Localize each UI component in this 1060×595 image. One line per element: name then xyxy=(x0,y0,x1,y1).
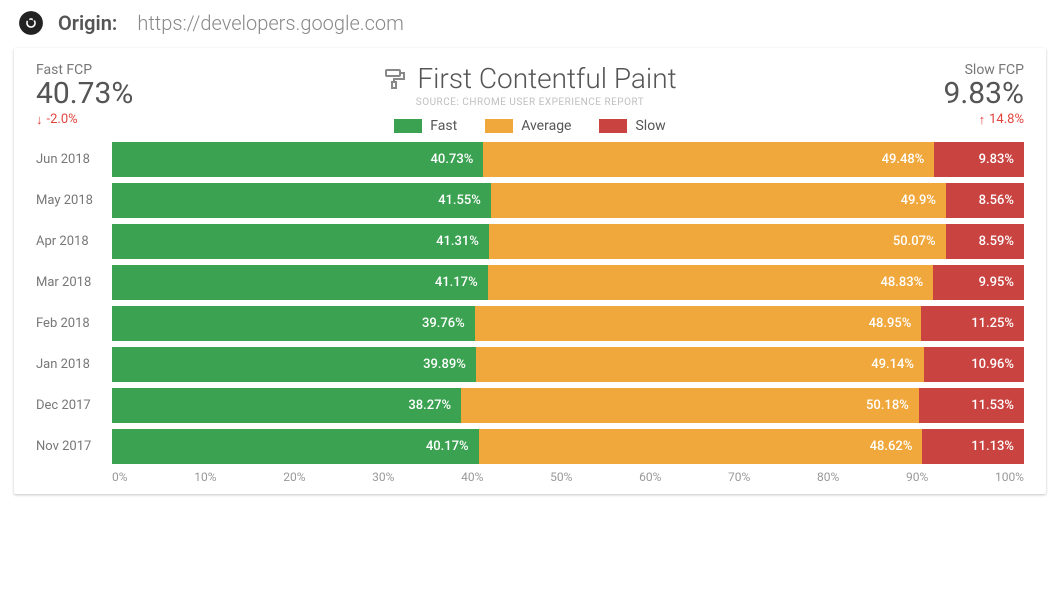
chart-row: Jan 201839.89%49.14%10.96% xyxy=(36,347,1024,382)
kpi-slow: Slow FCP 9.83% ↑ 14.8% xyxy=(804,62,1024,128)
segment-fast: 40.17% xyxy=(112,429,479,464)
axis-tick: 30% xyxy=(372,470,394,484)
stacked-bar: 41.55%49.9%8.56% xyxy=(112,183,1024,218)
row-label: Dec 2017 xyxy=(36,388,112,423)
stacked-bar: 38.27%50.18%11.53% xyxy=(112,388,1024,423)
legend-average: Average xyxy=(485,118,571,134)
stacked-bar: 39.76%48.95%11.25% xyxy=(112,306,1024,341)
legend: Fast Average Slow xyxy=(268,118,792,134)
legend-slow: Slow xyxy=(599,118,665,134)
row-label: Nov 2017 xyxy=(36,429,112,464)
card-header: Fast FCP 40.73% ↓ -2.0% First Contentful… xyxy=(36,62,1024,134)
segment-average: 50.18% xyxy=(461,388,919,423)
axis-tick: 10% xyxy=(194,470,216,484)
segment-average: 48.62% xyxy=(479,429,923,464)
axis-tick: 50% xyxy=(550,470,572,484)
kpi-fast-delta: ↓ -2.0% xyxy=(36,112,256,128)
row-label: Apr 2018 xyxy=(36,224,112,259)
segment-slow: 11.13% xyxy=(922,429,1024,464)
segment-slow: 10.96% xyxy=(924,347,1024,382)
segment-slow: 8.59% xyxy=(946,224,1024,259)
origin-url: https://developers.google.com xyxy=(137,11,403,35)
fcp-card: Fast FCP 40.73% ↓ -2.0% First Contentful… xyxy=(14,48,1046,494)
arrow-down-icon: ↓ xyxy=(36,112,43,128)
axis-tick: 0% xyxy=(112,470,128,484)
segment-fast: 40.73% xyxy=(112,142,483,177)
segment-fast: 41.31% xyxy=(112,224,489,259)
segment-average: 48.83% xyxy=(488,265,934,300)
segment-average: 49.14% xyxy=(476,347,924,382)
axis-tick: 40% xyxy=(461,470,483,484)
chart-row: Mar 201841.17%48.83%9.95% xyxy=(36,265,1024,300)
axis-tick: 100% xyxy=(995,470,1024,484)
kpi-fast: Fast FCP 40.73% ↓ -2.0% xyxy=(36,62,256,128)
chart-subtitle: SOURCE: CHROME USER EXPERIENCE REPORT xyxy=(268,97,792,108)
swatch-average xyxy=(485,119,513,133)
row-label: Mar 2018 xyxy=(36,265,112,300)
segment-fast: 41.55% xyxy=(112,183,491,218)
chrome-icon xyxy=(18,10,44,36)
title-block: First Contentful Paint SOURCE: CHROME US… xyxy=(268,62,792,134)
kpi-fast-value: 40.73% xyxy=(36,78,256,110)
row-label: May 2018 xyxy=(36,183,112,218)
stacked-bar: 39.89%49.14%10.96% xyxy=(112,347,1024,382)
axis-tick: 20% xyxy=(283,470,305,484)
chart-row: Nov 201740.17%48.62%11.13% xyxy=(36,429,1024,464)
axis-tick: 90% xyxy=(906,470,928,484)
kpi-slow-delta: ↑ 14.8% xyxy=(979,112,1024,128)
segment-slow: 11.25% xyxy=(921,306,1024,341)
stacked-bar: 41.31%50.07%8.59% xyxy=(112,224,1024,259)
swatch-fast xyxy=(394,119,422,133)
segment-slow: 11.53% xyxy=(919,388,1024,423)
chart-row: Dec 201738.27%50.18%11.53% xyxy=(36,388,1024,423)
segment-average: 48.95% xyxy=(475,306,922,341)
segment-fast: 39.89% xyxy=(112,347,476,382)
chart-row: Apr 201841.31%50.07%8.59% xyxy=(36,224,1024,259)
x-axis: 0% 10% 20% 30% 40% 50% 60% 70% 80% 90% 100% xyxy=(36,470,1024,484)
row-label: Jun 2018 xyxy=(36,142,112,177)
segment-fast: 39.76% xyxy=(112,306,475,341)
segment-slow: 9.95% xyxy=(933,265,1024,300)
segment-average: 50.07% xyxy=(489,224,946,259)
segment-slow: 9.83% xyxy=(934,142,1024,177)
segment-average: 49.9% xyxy=(491,183,946,218)
stacked-bar: 40.73%49.48%9.83% xyxy=(112,142,1024,177)
stacked-bar: 40.17%48.62%11.13% xyxy=(112,429,1024,464)
axis-ticks: 0% 10% 20% 30% 40% 50% 60% 70% 80% 90% 100% xyxy=(112,470,1024,484)
chart-row: Feb 201839.76%48.95%11.25% xyxy=(36,306,1024,341)
row-label: Feb 2018 xyxy=(36,306,112,341)
swatch-slow xyxy=(599,119,627,133)
segment-fast: 41.17% xyxy=(112,265,488,300)
paint-roller-icon xyxy=(383,67,407,91)
kpi-slow-value: 9.83% xyxy=(944,78,1024,110)
segment-fast: 38.27% xyxy=(112,388,461,423)
topbar: Origin: https://developers.google.com xyxy=(0,0,1060,48)
axis-tick: 60% xyxy=(639,470,661,484)
legend-fast: Fast xyxy=(394,118,457,134)
segment-average: 49.48% xyxy=(483,142,934,177)
stacked-bar-chart: Jun 201840.73%49.48%9.83%May 201841.55%4… xyxy=(36,142,1024,464)
chart-title: First Contentful Paint xyxy=(417,62,676,95)
row-label: Jan 2018 xyxy=(36,347,112,382)
axis-tick: 70% xyxy=(728,470,750,484)
chart-row: Jun 201840.73%49.48%9.83% xyxy=(36,142,1024,177)
segment-slow: 8.56% xyxy=(946,183,1024,218)
arrow-up-icon: ↑ xyxy=(979,112,986,128)
stacked-bar: 41.17%48.83%9.95% xyxy=(112,265,1024,300)
origin-label: Origin: xyxy=(58,11,117,35)
axis-tick: 80% xyxy=(817,470,839,484)
chart-row: May 201841.55%49.9%8.56% xyxy=(36,183,1024,218)
